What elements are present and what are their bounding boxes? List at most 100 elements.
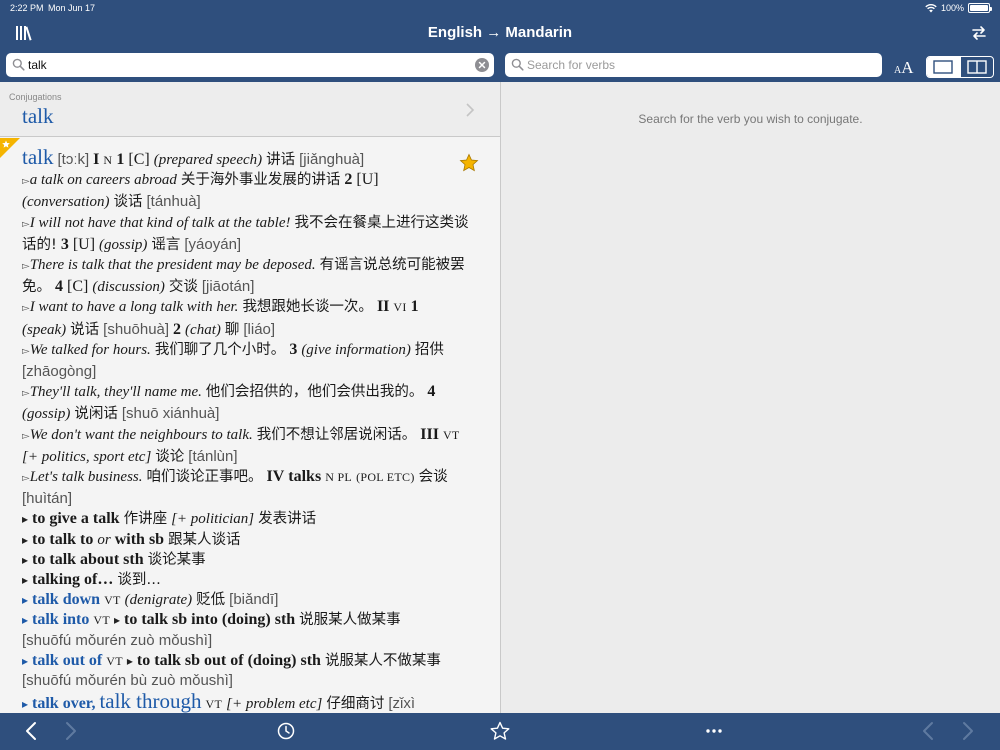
phrasal-verb-link[interactable]: talk into [32, 611, 89, 628]
example: a talk on careers abroad [29, 172, 177, 189]
translation: 贬低 [196, 592, 226, 609]
phrasal-verb-link[interactable]: talk out of [32, 652, 102, 669]
sense-number: 4 [427, 383, 436, 401]
verb-search [505, 53, 882, 77]
translation: 交谈 [168, 279, 198, 296]
next-entry-icon[interactable] [961, 721, 975, 741]
phrasal-verb-link[interactable]: talk down [32, 591, 100, 608]
field-label: (POL ETC) [356, 470, 415, 485]
bottom-toolbar [0, 713, 1000, 750]
sense-label: (denigrate) [124, 592, 193, 609]
translation: 聊 [224, 321, 240, 338]
phrasal-verb-link[interactable]: talk through [99, 689, 201, 713]
phrasal-verb-marker: ▸ [22, 653, 29, 668]
sense-label: (gossip) [99, 236, 148, 253]
font-size-button[interactable]: AA [894, 58, 914, 78]
translation: 发表讲话 [258, 511, 317, 528]
translation: 他们会招供的，他们会供出我的。 [205, 384, 424, 401]
split-pane-button[interactable] [959, 57, 994, 77]
translation: 咱们谈论正事吧。 [146, 469, 263, 486]
sense-label: (give information) [301, 341, 411, 358]
search-icon [511, 58, 524, 71]
example-marker: ▻ [22, 303, 30, 315]
single-pane-icon [933, 60, 953, 74]
pos-label: VT [106, 653, 123, 668]
example: We talked for hours. [29, 341, 151, 358]
translation: 说服某人不做某事 [324, 652, 441, 669]
translation: 谣言 [151, 236, 181, 253]
pos-number: I [93, 151, 100, 168]
example-marker: ▻ [22, 261, 30, 273]
example: I want to have a long talk with her. [29, 299, 239, 316]
pinyin: [shuō xiánhuà] [121, 405, 220, 423]
pinyin: [biǎndī] [229, 591, 279, 609]
example-marker: ▻ [22, 473, 30, 485]
font-size-big-a: A [901, 58, 914, 77]
conjugations-row[interactable]: Conjugations talk [0, 82, 500, 137]
phrase-marker: ▸ [22, 552, 29, 567]
phrase-marker: ▸ [126, 653, 133, 668]
history-clock-icon[interactable] [276, 721, 296, 741]
pos-number: III [420, 425, 439, 443]
phrase-marker: ▸ [113, 613, 121, 628]
pos-label: VT [442, 427, 460, 442]
sense-label: (chat) [185, 321, 221, 338]
pronunciation: [tɔːk] [57, 151, 90, 168]
phrase: to talk sb out of (doing) sth [136, 651, 321, 669]
example-marker: ▻ [22, 218, 30, 230]
sense-number: 1 [116, 151, 125, 168]
example: I will not have that kind of talk at the… [29, 214, 291, 231]
top-bar: 2:22 PM Mon Jun 17 100% English → Mandar… [0, 0, 1000, 82]
more-options-icon[interactable] [704, 721, 724, 741]
pinyin: [shuōfú mǒurén zuò mǒushì] [22, 631, 213, 649]
collocate-label: [+ problem etc] [226, 696, 323, 713]
chevron-right-icon [466, 103, 475, 117]
phrasal-verb-marker: ▸ [22, 593, 29, 608]
status-bar: 2:22 PM Mon Jun 17 100% [0, 2, 1000, 16]
example: There is talk that the president may be … [29, 257, 316, 274]
phrase: to talk [32, 530, 77, 548]
back-arrow-icon[interactable] [24, 721, 38, 741]
translation: 谈到… [117, 572, 161, 589]
dictionary-search [6, 53, 494, 77]
conjugation-hint: Search for the verb you wish to conjugat… [638, 112, 863, 126]
favorites-star-icon[interactable] [489, 721, 511, 741]
translation: 谈论 [155, 448, 185, 465]
layout-toggle [926, 56, 994, 78]
example-marker: ▻ [22, 388, 30, 400]
pos-label: VT [104, 593, 121, 608]
pinyin: [jiǎnghuà] [299, 151, 365, 168]
translation: 关于海外事业发展的讲话 [180, 172, 341, 189]
conjugations-word: talk [22, 104, 54, 128]
swap-languages-icon[interactable] [970, 24, 988, 42]
phrase: with [114, 530, 145, 548]
phrase-marker: ▸ [22, 512, 29, 527]
phrase: to talk about sth [32, 550, 144, 568]
forward-arrow-icon[interactable] [64, 721, 78, 741]
dictionary-search-input[interactable] [28, 55, 468, 75]
grammar-label: [U] [356, 171, 379, 189]
sense-number: 3 [60, 235, 69, 253]
collocate-label: [+ politics, sport etc] [22, 448, 152, 465]
phrase: to give a talk [32, 510, 120, 528]
verb-search-input[interactable] [527, 55, 867, 75]
pos-label: VI [393, 300, 407, 315]
pinyin: [huìtán] [22, 490, 73, 508]
single-pane-button[interactable] [927, 57, 960, 77]
sense-number: 2 [173, 320, 182, 338]
nav-title: English → Mandarin [427, 24, 573, 41]
translation: 说闲话 [74, 406, 118, 423]
collocate-label: [+ politician] [171, 511, 255, 528]
phrase: talking of… [32, 571, 114, 589]
sense-number: 3 [289, 340, 298, 358]
translation: 我们不想让邻居说闲话。 [256, 426, 417, 443]
example: They'll talk, they'll name me. [29, 384, 202, 401]
grammar-label: [C] [128, 151, 150, 168]
search-icon [12, 58, 25, 71]
pinyin: [liáo] [243, 320, 276, 338]
sense-number: 4 [55, 278, 63, 296]
previous-entry-icon[interactable] [921, 721, 935, 741]
phrasal-verb-link[interactable]: talk over, [32, 695, 95, 712]
clear-search-icon[interactable] [475, 58, 489, 72]
translation: 谈话 [113, 194, 143, 211]
